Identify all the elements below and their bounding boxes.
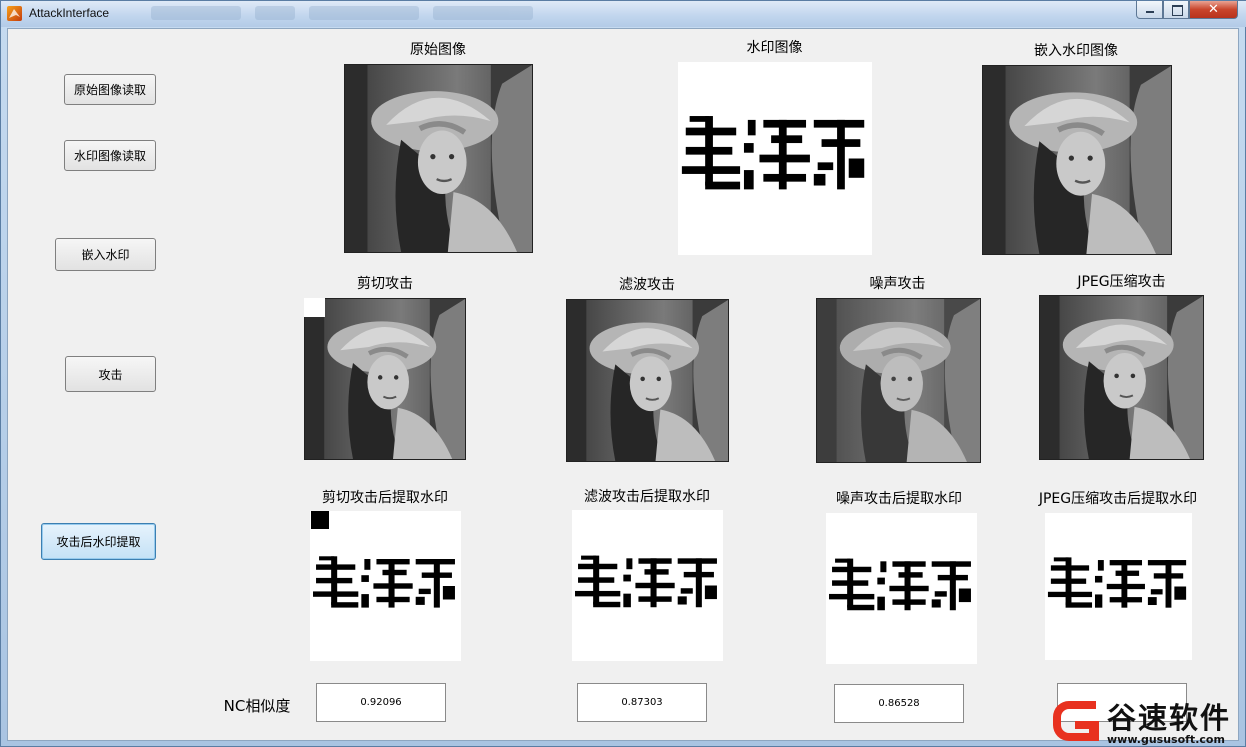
nc-crop-field[interactable]: 0.92096: [316, 683, 446, 722]
window-title: AttackInterface: [29, 6, 110, 20]
taskbar-ghost: [151, 4, 571, 22]
crop-extracted-watermark: [310, 511, 461, 661]
noise-attack-label: 噪声攻击: [869, 276, 926, 292]
filter-attack-label: 滤波攻击: [619, 277, 675, 293]
nc-noise-field[interactable]: 0.86528: [834, 684, 964, 723]
crop-black-corner: [311, 511, 329, 529]
maximize-button[interactable]: [1163, 1, 1189, 19]
jpeg-attack-label: JPEG压缩攻击: [1077, 274, 1166, 290]
gususoft-brand-name: 谷速软件: [1107, 701, 1232, 735]
watermark-image-label: 水印图像: [746, 40, 803, 56]
jpeg-extract-label: JPEG压缩攻击后提取水印: [1038, 491, 1198, 507]
gususoft-logo-icon: [1049, 695, 1105, 745]
crop-attack-image: [304, 298, 466, 460]
application-window: AttackInterface ✕ 原始图像读取 水印图像读取 嵌入水印 攻击 …: [0, 0, 1246, 747]
gususoft-logo: 谷速软件 www.gususoft.com: [1045, 691, 1246, 747]
read-original-button[interactable]: 原始图像读取: [64, 74, 156, 105]
crop-blank-corner: [304, 298, 325, 317]
noise-attack-image: [816, 298, 981, 463]
embedded-image: [982, 65, 1172, 255]
close-button[interactable]: ✕: [1189, 1, 1238, 19]
noise-extract-label: 噪声攻击后提取水印: [836, 491, 962, 507]
attack-button[interactable]: 攻击: [65, 356, 156, 392]
watermark-image: [678, 62, 872, 255]
embed-watermark-button[interactable]: 嵌入水印: [55, 238, 156, 271]
minimize-button[interactable]: [1136, 1, 1163, 19]
matlab-icon: [7, 6, 22, 21]
gususoft-brand-url: www.gususoft.com: [1107, 733, 1225, 746]
noise-extracted-watermark: [826, 513, 977, 664]
jpeg-attack-image: [1039, 295, 1204, 460]
jpeg-extracted-watermark: [1045, 513, 1192, 660]
read-watermark-button[interactable]: 水印图像读取: [64, 140, 156, 171]
nc-similarity-label: NC相似度: [223, 697, 291, 715]
nc-filter-field[interactable]: 0.87303: [577, 683, 707, 722]
original-image: [344, 64, 533, 253]
filter-attack-image: [566, 299, 729, 462]
crop-extract-label: 剪切攻击后提取水印: [322, 490, 448, 506]
embedded-image-label: 嵌入水印图像: [1034, 43, 1118, 59]
original-image-label: 原始图像: [410, 42, 466, 58]
crop-attack-label: 剪切攻击: [357, 276, 413, 292]
extract-after-attack-button[interactable]: 攻击后水印提取: [41, 523, 156, 560]
filter-extract-label: 滤波攻击后提取水印: [584, 489, 710, 505]
filter-extracted-watermark: [572, 510, 723, 661]
title-bar[interactable]: AttackInterface ✕: [1, 1, 1246, 27]
